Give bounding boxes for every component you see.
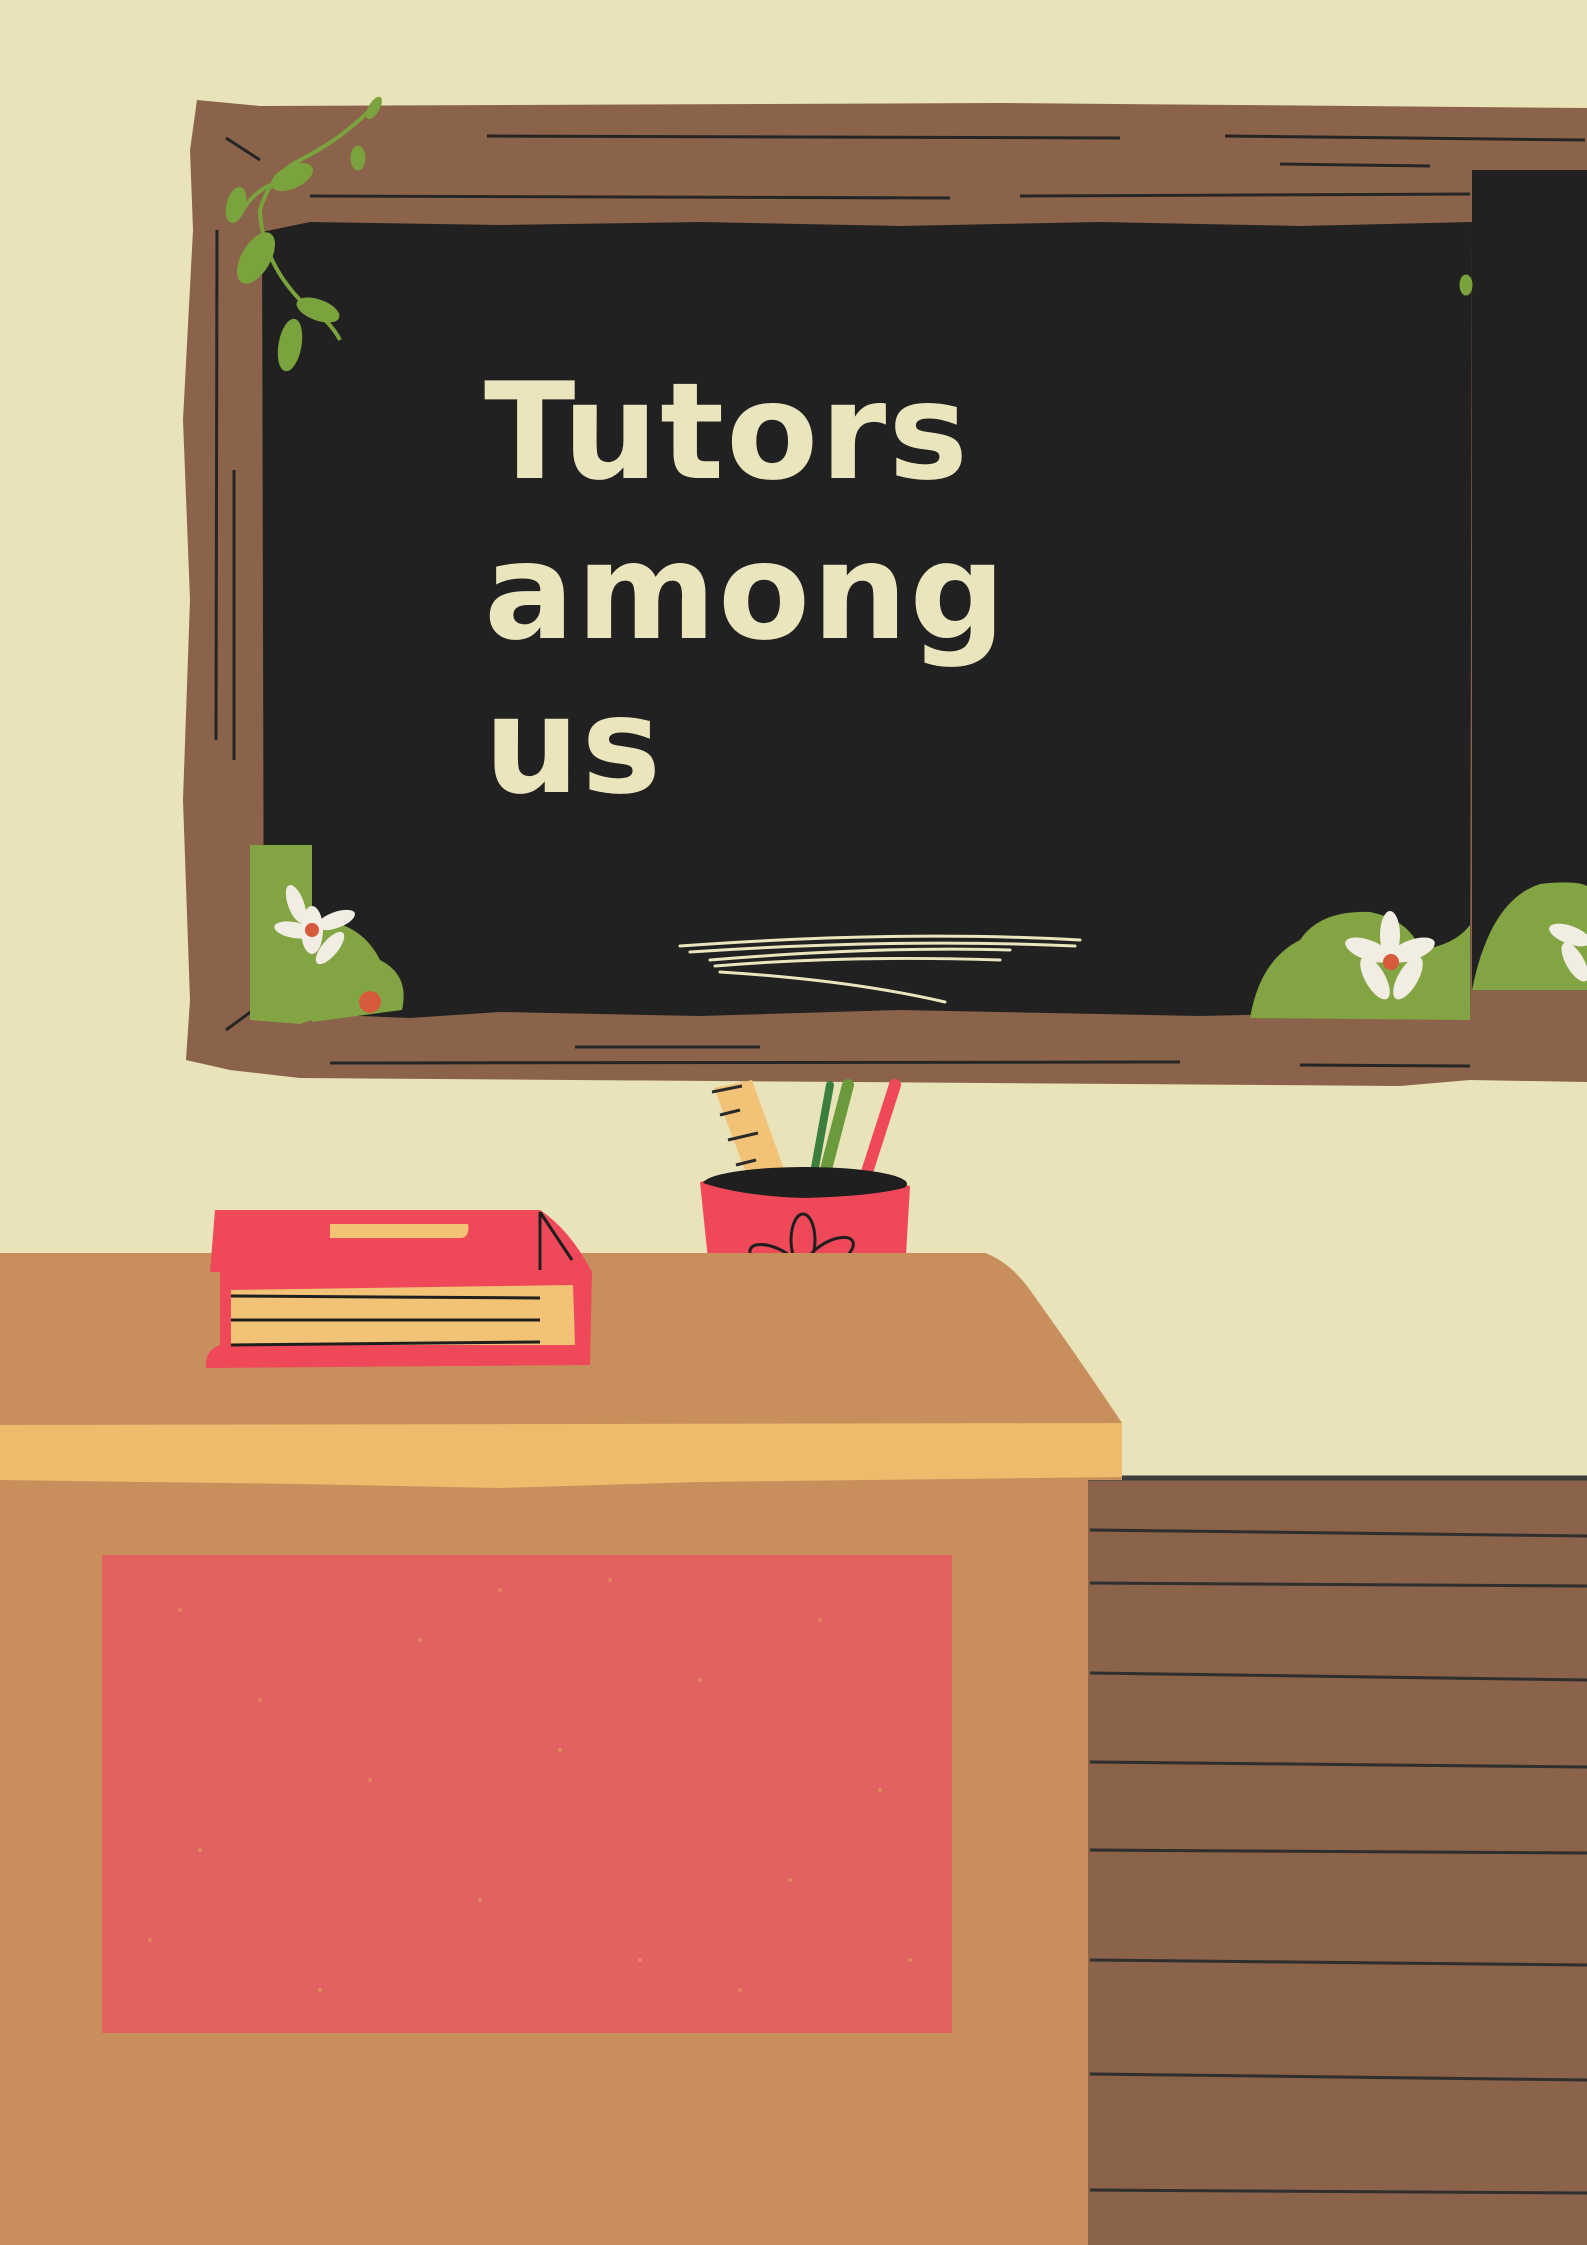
title-line-1: Tutors — [484, 354, 970, 510]
book — [205, 1210, 592, 1368]
title-line-3: us — [484, 668, 663, 824]
title-line-2: among — [484, 514, 1007, 670]
wood-panelling — [1088, 1475, 1587, 2245]
classroom-scene: Tutors among us — [0, 0, 1587, 2245]
desk-panel — [102, 1555, 952, 2033]
